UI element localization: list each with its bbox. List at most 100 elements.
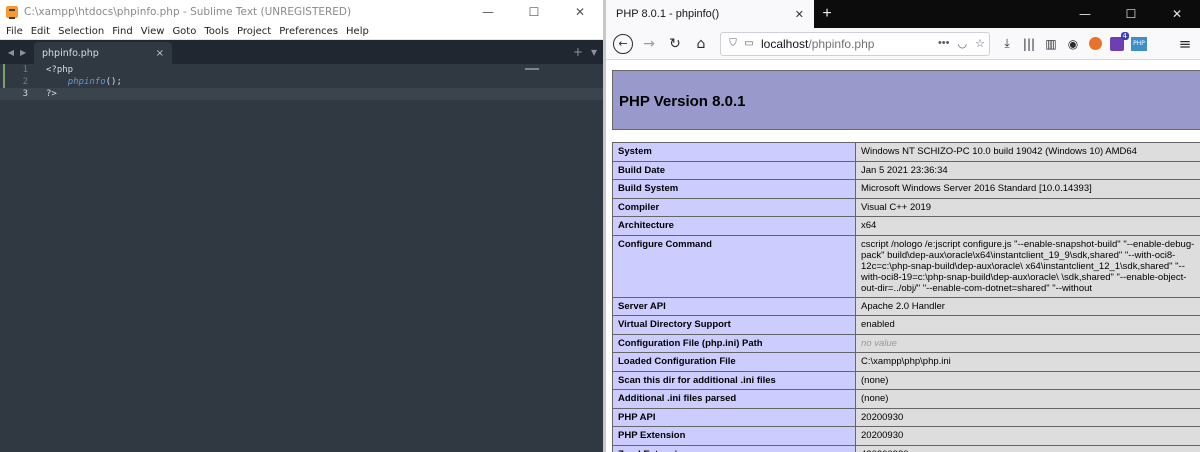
tab-left-arrow-icon[interactable]: ◀: [8, 48, 14, 57]
row-key: Build Date: [612, 160, 856, 180]
menu-find[interactable]: Find: [108, 26, 137, 37]
tab-phpinfo[interactable]: phpinfo.php ×: [34, 42, 172, 64]
extension-php-icon[interactable]: PHP: [1128, 31, 1150, 57]
new-tab-button[interactable]: +: [573, 45, 583, 59]
line-number: 1: [0, 64, 36, 76]
bookmark-star-icon[interactable]: ☆: [975, 37, 985, 50]
sublime-minimize-button[interactable]: —: [465, 0, 511, 24]
row-value: enabled: [855, 315, 1200, 335]
function-call-punct: ();: [105, 77, 122, 87]
firefox-minimize-button[interactable]: —: [1062, 0, 1108, 28]
browser-tab-close-icon[interactable]: ✕: [795, 8, 804, 21]
url-text[interactable]: localhost/phpinfo.php: [757, 37, 938, 51]
back-button[interactable]: ←: [610, 31, 636, 57]
page-actions-icon[interactable]: •••: [938, 37, 950, 50]
browser-tab-phpinfo[interactable]: PHP 8.0.1 - phpinfo() ✕: [606, 0, 814, 28]
code-content[interactable]: <?php phpinfo(); ?>: [36, 64, 603, 100]
browser-tab-title: PHP 8.0.1 - phpinfo(): [616, 8, 720, 20]
table-row: Zend Extension420200930: [612, 444, 1200, 452]
page-info-icon[interactable]: ▭: [741, 38, 757, 49]
download-icon[interactable]: ⤓: [996, 31, 1018, 57]
row-key: Additional .ini files parsed: [612, 389, 856, 409]
page-content: PHP Version 8.0.1 System Windows NT SCHIZ…: [606, 60, 1200, 452]
menu-file[interactable]: File: [2, 26, 27, 37]
tab-list-button[interactable]: ▾: [591, 45, 597, 59]
code-line: phpinfo();: [46, 76, 603, 88]
row-value: Visual C++ 2019: [855, 197, 1200, 217]
menu-view[interactable]: View: [137, 26, 169, 37]
row-value: Jan 5 2021 23:36:34: [855, 160, 1200, 180]
row-key: System: [612, 142, 856, 162]
table-row: Server API Apache 2.0 Handler: [612, 296, 1200, 316]
row-value: C:\xampp\php\php.ini: [855, 352, 1200, 372]
menu-project[interactable]: Project: [233, 26, 275, 37]
row-key: Compiler: [612, 197, 856, 217]
back-arrow-icon: ←: [613, 33, 633, 54]
firefox-maximize-button[interactable]: ☐: [1108, 0, 1154, 28]
row-value: no value: [855, 333, 1200, 353]
firefox-close-button[interactable]: ✕: [1154, 0, 1200, 28]
url-host: localhost: [761, 36, 809, 51]
row-key: PHP API: [612, 407, 856, 427]
row-value: Windows NT SCHIZO-PC 10.0 build 19042 (W…: [855, 142, 1200, 162]
tab-actions: + ▾: [573, 45, 597, 59]
tab-label: phpinfo.php: [42, 47, 99, 59]
row-key: Architecture: [612, 216, 856, 236]
line-number: 2: [0, 76, 36, 88]
line-number-active: 3: [0, 88, 36, 100]
sublime-menubar: File Edit Selection Find View Goto Tools…: [0, 24, 603, 40]
menu-selection[interactable]: Selection: [54, 26, 108, 37]
row-value: 420200930: [855, 444, 1200, 452]
account-icon[interactable]: ◉: [1062, 31, 1084, 57]
table-row: Configuration File (php.ini) Path no valu…: [612, 333, 1200, 353]
library-icon[interactable]: |||: [1018, 31, 1040, 57]
sublime-tabbar: ◀ ▶ phpinfo.php × + ▾: [0, 40, 603, 64]
php-close-tag: ?>: [46, 89, 57, 99]
tab-close-icon[interactable]: ×: [156, 48, 164, 59]
row-value: Apache 2.0 Handler: [855, 296, 1200, 316]
sublime-close-button[interactable]: ✕: [557, 0, 603, 24]
url-bar[interactable]: ⛉ ▭ localhost/phpinfo.php ••• ◡ ☆: [720, 31, 990, 56]
home-icon[interactable]: ⌂: [688, 31, 714, 57]
url-actions: ••• ◡ ☆: [938, 37, 985, 50]
row-key: Loaded Configuration File: [612, 352, 856, 372]
table-row: PHP Extension 20200930: [612, 426, 1200, 446]
table-row: Loaded Configuration File C:\xampp\php\ph…: [612, 352, 1200, 372]
extension-php-label: PHP: [1131, 36, 1147, 51]
tab-right-arrow-icon[interactable]: ▶: [20, 48, 26, 57]
table-row: PHP API 20200930: [612, 407, 1200, 427]
menu-edit[interactable]: Edit: [27, 26, 54, 37]
table-row: Build Date Jan 5 2021 23:36:34: [612, 160, 1200, 180]
menu-tools[interactable]: Tools: [200, 26, 233, 37]
extension-orange-icon[interactable]: [1084, 31, 1106, 57]
sublime-app-icon: [6, 6, 18, 19]
php-version-title: PHP Version 8.0.1: [619, 93, 746, 110]
row-key: Virtual Directory Support: [612, 315, 856, 335]
tab-nav-arrows: ◀ ▶: [0, 40, 34, 64]
extension-purple-icon[interactable]: 4: [1106, 31, 1129, 57]
row-value: (none): [855, 370, 1200, 390]
table-row: Build System Microsoft Windows Server 201…: [612, 179, 1200, 199]
code-editor[interactable]: 1 2 3 <?php phpinfo(); ?>: [0, 64, 603, 452]
menu-goto[interactable]: Goto: [168, 26, 200, 37]
pocket-icon[interactable]: ◡: [958, 37, 968, 50]
firefox-window: PHP 8.0.1 - phpinfo() ✕ + — ☐ ✕ ← → ↻ ⌂ …: [606, 0, 1200, 452]
hamburger-menu-icon[interactable]: ≡: [1174, 31, 1196, 57]
sublime-maximize-button[interactable]: ☐: [511, 0, 557, 24]
row-key: Configure Command: [612, 234, 856, 298]
row-key: PHP Extension: [612, 426, 856, 446]
reload-icon[interactable]: ↻: [662, 31, 688, 57]
code-line: <?php: [46, 64, 603, 76]
menu-preferences[interactable]: Preferences: [275, 26, 342, 37]
new-tab-plus-icon[interactable]: +: [814, 0, 840, 28]
code-line-active: ?>: [36, 88, 603, 100]
menu-help[interactable]: Help: [342, 26, 373, 37]
firefox-navbar: ← → ↻ ⌂ ⛉ ▭ localhost/phpinfo.php ••• ◡ …: [606, 28, 1200, 60]
row-value: x64: [855, 216, 1200, 236]
row-key: Server API: [612, 296, 856, 316]
sidebar-icon[interactable]: ▥: [1040, 31, 1062, 57]
forward-arrow-icon[interactable]: →: [636, 31, 662, 57]
shield-icon[interactable]: ⛉: [725, 38, 741, 49]
minimap[interactable]: [525, 68, 539, 70]
firefox-window-controls: — ☐ ✕: [1062, 0, 1200, 28]
